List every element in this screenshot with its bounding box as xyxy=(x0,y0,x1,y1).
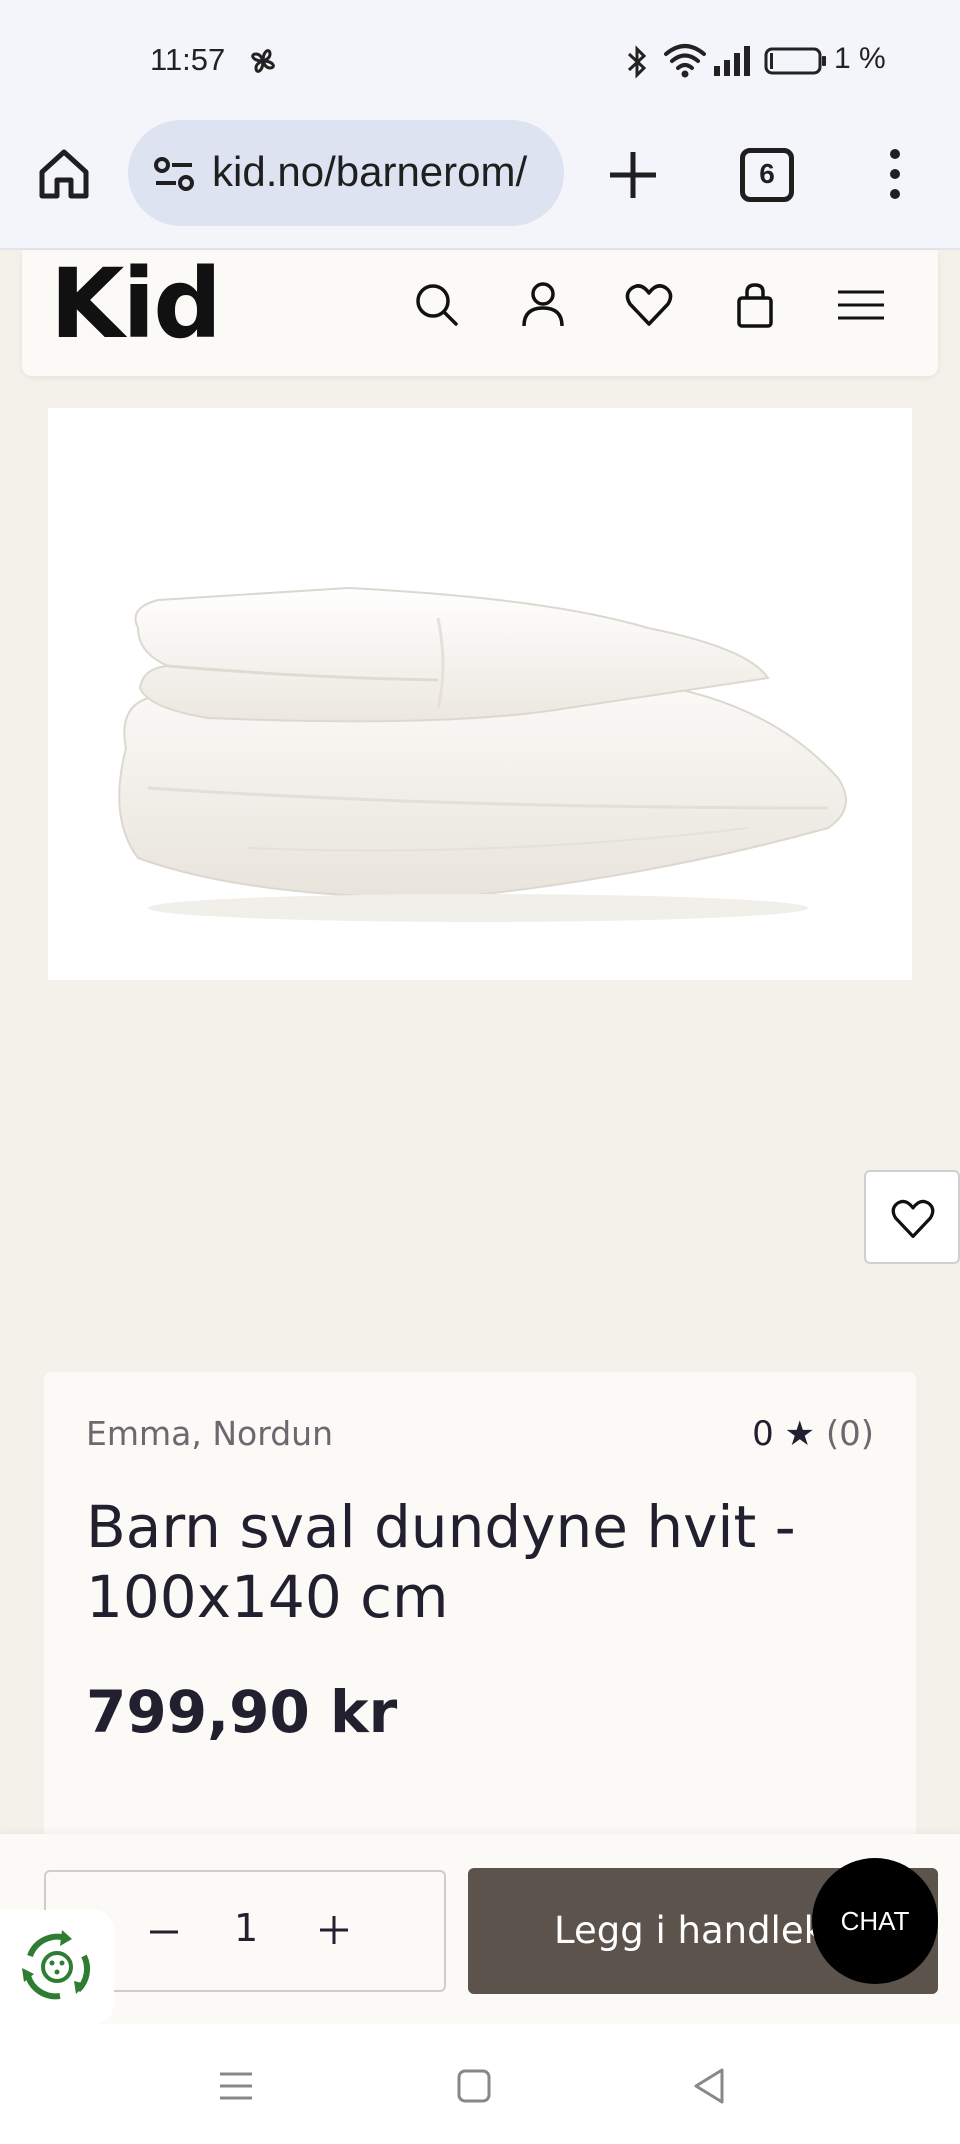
address-bar[interactable]: kid.no/barnerom/ xyxy=(128,120,564,226)
battery-percent: 1 % xyxy=(834,42,886,75)
quantity-value[interactable]: 1 xyxy=(234,1906,258,1950)
home-icon[interactable] xyxy=(36,146,92,202)
decrease-quantity-button[interactable] xyxy=(144,1912,184,1952)
recycle-badge[interactable] xyxy=(0,1910,114,2024)
duvet-illustration xyxy=(118,586,847,922)
signal-icon xyxy=(714,46,750,76)
rating-value: 0 ★ xyxy=(752,1414,816,1454)
site-settings-icon[interactable] xyxy=(152,154,196,194)
new-tab-icon[interactable] xyxy=(604,146,662,204)
search-icon[interactable] xyxy=(412,280,462,330)
product-title: Barn sval dundyne hvit - 100x140 cm xyxy=(86,1493,796,1631)
product-brand[interactable]: Emma, Nordun xyxy=(86,1414,333,1453)
status-bar: 11:57 1 % xyxy=(0,0,960,120)
bluetooth-icon xyxy=(627,45,647,79)
recycle-icon xyxy=(22,1930,91,2000)
browser-toolbar: kid.no/barnerom/ 6 xyxy=(0,120,960,250)
url-text[interactable]: kid.no/barnerom/ xyxy=(212,148,552,196)
back-icon[interactable] xyxy=(690,2066,730,2106)
add-to-cart-bar: 1 Legg i handlekurv CHAT xyxy=(0,1834,960,2024)
menu-icon[interactable] xyxy=(836,280,886,330)
account-icon[interactable] xyxy=(518,280,568,330)
chat-button[interactable]: CHAT xyxy=(812,1858,938,1984)
product-rating[interactable]: 0 ★ (0) xyxy=(752,1414,874,1454)
tab-switcher-button[interactable]: 6 xyxy=(740,148,794,202)
battery-icon xyxy=(764,47,826,75)
rating-count: (0) xyxy=(825,1414,874,1454)
recent-apps-icon[interactable] xyxy=(216,2066,256,2106)
fan-icon xyxy=(251,49,275,73)
system-navigation-bar xyxy=(0,2024,960,2144)
home-nav-icon[interactable] xyxy=(454,2066,494,2106)
add-to-wishlist-button[interactable] xyxy=(864,1170,960,1264)
wishlist-icon[interactable] xyxy=(624,280,674,330)
cart-icon[interactable] xyxy=(730,280,780,330)
site-logo[interactable]: Kid xyxy=(50,250,222,358)
status-time: 11:57 xyxy=(150,42,226,77)
product-price: 799,90 kr xyxy=(86,1678,398,1746)
heart-icon xyxy=(891,1199,935,1238)
increase-quantity-button[interactable] xyxy=(314,1910,354,1950)
wifi-icon xyxy=(664,44,706,78)
product-info-card: Emma, Nordun 0 ★ (0) Barn sval dundyne h… xyxy=(44,1372,916,1852)
site-header: Kid xyxy=(22,250,938,376)
more-options-icon[interactable] xyxy=(880,144,910,204)
product-image[interactable] xyxy=(48,408,912,980)
